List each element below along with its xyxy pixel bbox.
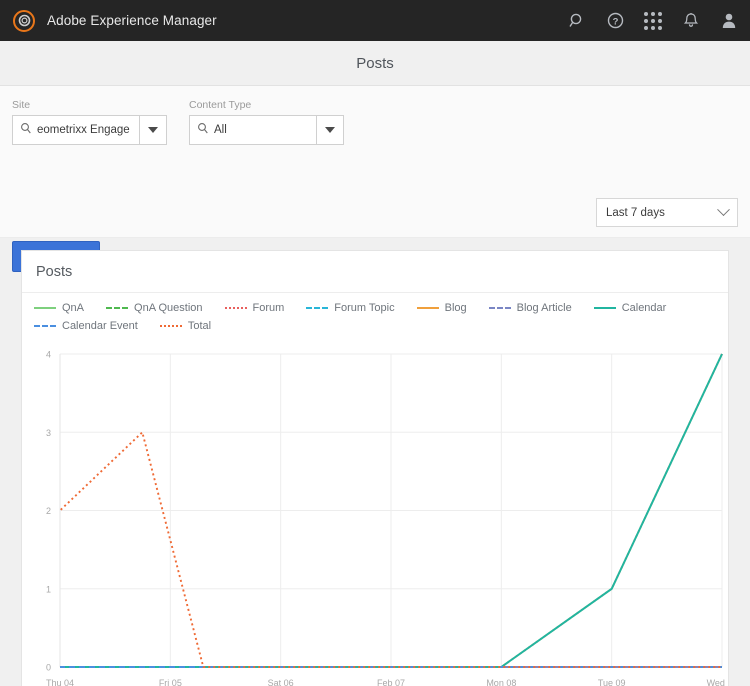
brand-title: Adobe Experience Manager — [47, 13, 217, 28]
legend-item[interactable]: Blog Article — [488, 302, 572, 314]
legend-label: Blog — [444, 302, 467, 314]
report-card-wrapper: Posts QnA QnA Question Forum Forum Topic Blo… — [0, 238, 750, 686]
chart-x-axis-ticks: Thu 04 Fri 05 Sat 06 Feb 07 Mon 08 Tue 09 Wed … — [46, 678, 729, 686]
page-title: Posts — [356, 54, 394, 72]
legend-label: QnA Question — [134, 302, 203, 314]
legend-item[interactable]: QnA Question — [106, 302, 203, 314]
x-axis-tick-label: Feb 07 — [377, 678, 405, 686]
legend-label: Calendar Event — [62, 320, 138, 332]
x-axis-tick-label: Mon 08 — [486, 678, 516, 686]
legend-label: QnA — [62, 302, 85, 314]
chart-legend: QnA QnA Question Forum Forum Topic Blog Blog … — [22, 293, 728, 340]
legend-swatch-icon — [34, 325, 56, 327]
x-axis-tick-label: Wed 10 — [707, 678, 729, 686]
legend-swatch-icon — [159, 325, 182, 327]
apps-grid-icon[interactable] — [644, 11, 662, 30]
chart-y-axis-ticks: 0 1 2 3 4 — [46, 350, 51, 673]
legend-item[interactable]: Blog — [416, 302, 467, 314]
y-axis-tick-label: 4 — [46, 350, 51, 360]
legend-item[interactable]: Forum — [224, 302, 285, 314]
legend-swatch-icon — [34, 307, 56, 309]
x-axis-tick-label: Sat 06 — [268, 678, 294, 686]
site-filter-label: Site — [12, 99, 31, 111]
user-avatar-icon[interactable] — [720, 12, 738, 30]
content-type-filter: Content Type All — [189, 99, 344, 145]
x-axis-tick-label: Fri 05 — [159, 678, 182, 686]
site-dropdown-button[interactable] — [140, 115, 167, 145]
caret-down-icon — [325, 127, 335, 133]
legend-label: Calendar — [621, 302, 667, 314]
card-title: Posts — [22, 251, 728, 293]
legend-label: Total — [187, 320, 212, 332]
site-combobox[interactable]: eometrixx Engage — [12, 115, 167, 145]
caret-down-icon — [148, 127, 158, 133]
page-header: Posts — [0, 41, 750, 86]
content-type-combobox[interactable]: All — [189, 115, 344, 145]
site-filter: Site eometrixx Engage — [12, 99, 167, 145]
y-axis-tick-label: 2 — [46, 506, 51, 516]
legend-item[interactable]: QnA — [34, 302, 84, 314]
adobe-experience-manager-logo-icon[interactable] — [13, 9, 35, 32]
content-type-input[interactable]: All — [189, 115, 317, 145]
legend-label: Forum — [252, 302, 285, 314]
y-axis-tick-label: 0 — [46, 663, 51, 673]
posts-report-card: Posts QnA QnA Question Forum Forum Topic Blo… — [21, 250, 729, 686]
chart-gridlines — [59, 353, 723, 668]
search-icon[interactable] — [568, 12, 586, 30]
legend-label: Forum Topic — [334, 302, 395, 314]
legend-item[interactable]: Forum Topic — [306, 302, 395, 314]
posts-line-chart: 0 1 2 3 4 Thu 04 Fri 05 Sat 06 Feb 07 Mon 08 Tue … — [22, 340, 728, 686]
content-type-input-value: All — [214, 124, 227, 136]
content-type-filter-label: Content Type — [189, 99, 252, 111]
legend-label: Blog Article — [516, 302, 572, 314]
help-icon[interactable]: ? — [606, 12, 624, 30]
legend-item[interactable]: Calendar — [593, 302, 667, 314]
search-icon — [197, 121, 209, 139]
filter-bar: Site eometrixx Engage Content Type All L… — [0, 86, 750, 272]
site-input[interactable]: eometrixx Engage — [12, 115, 140, 145]
y-axis-tick-label: 3 — [46, 428, 51, 438]
date-range-select[interactable]: Last 7 days — [596, 198, 738, 227]
date-range-value: Last 7 days — [606, 206, 665, 219]
chart-svg: 0 1 2 3 4 Thu 04 Fri 05 Sat 06 Feb 07 Mon 08 Tue … — [46, 350, 729, 686]
bell-icon[interactable] — [682, 12, 700, 30]
search-icon — [20, 121, 32, 139]
x-axis-tick-label: Thu 04 — [46, 678, 74, 686]
top-navigation-bar: Adobe Experience Manager ? — [0, 0, 750, 41]
site-input-value: eometrixx Engage — [37, 124, 130, 136]
chevron-down-icon — [717, 203, 730, 217]
legend-item[interactable]: Calendar Event — [34, 320, 138, 332]
content-type-dropdown-button[interactable] — [317, 115, 344, 145]
legend-swatch-icon — [416, 307, 439, 309]
legend-swatch-icon — [488, 307, 511, 309]
legend-item[interactable]: Total — [159, 320, 212, 332]
y-axis-tick-label: 1 — [46, 584, 51, 594]
svg-text:?: ? — [612, 16, 618, 27]
legend-swatch-icon — [106, 307, 129, 309]
x-axis-tick-label: Tue 09 — [598, 678, 626, 686]
legend-swatch-icon — [593, 307, 616, 309]
legend-swatch-icon — [224, 307, 247, 309]
legend-swatch-icon — [306, 307, 329, 309]
topbar-actions: ? — [568, 11, 738, 30]
